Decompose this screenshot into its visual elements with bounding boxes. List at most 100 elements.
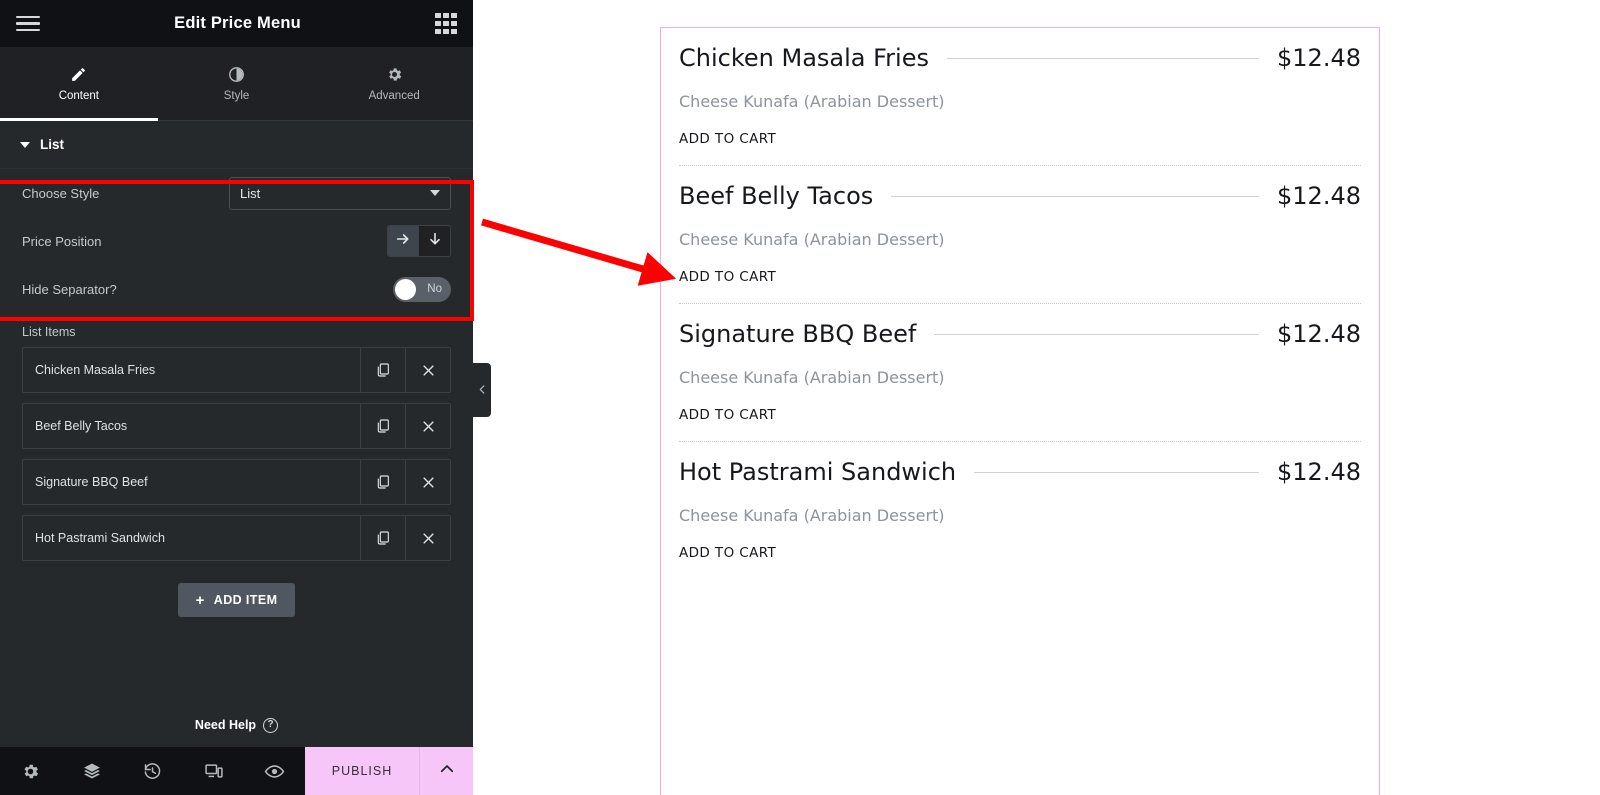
history-icon[interactable] <box>122 747 183 795</box>
menu-item-description: Cheese Kunafa (Arabian Dessert) <box>679 230 945 249</box>
section-list-header[interactable]: List <box>0 121 473 169</box>
gear-icon[interactable] <box>0 747 61 795</box>
arrow-down-icon <box>427 231 443 252</box>
add-to-cart-button[interactable]: ADD TO CART <box>679 269 1361 285</box>
toggle-knob <box>395 278 416 300</box>
menu-item-description: Cheese Kunafa (Arabian Dessert) <box>679 506 945 525</box>
choose-style-value: List <box>240 185 261 201</box>
menu-item: Signature BBQ Beef $12.48 Cheese Kunafa … <box>679 304 1361 442</box>
menu-item-description: Cheese Kunafa (Arabian Dessert) <box>679 368 945 387</box>
choose-style-select[interactable]: List <box>229 176 451 210</box>
add-to-cart-button[interactable]: ADD TO CART <box>679 545 1361 561</box>
section-list-title: List <box>40 137 65 152</box>
chevron-down-icon <box>20 141 30 148</box>
menu-item-price: $12.48 <box>1277 458 1361 486</box>
page-title: Edit Price Menu <box>174 14 301 32</box>
pencil-icon <box>70 66 87 83</box>
close-icon[interactable] <box>405 404 450 448</box>
menu-item-title: Hot Pastrami Sandwich <box>679 458 957 486</box>
price-position-down-button[interactable] <box>419 226 450 256</box>
menu-item-header: Signature BBQ Beef $12.48 <box>679 320 1361 348</box>
grid-apps-icon[interactable] <box>435 12 457 35</box>
price-position-right-button[interactable] <box>388 226 419 256</box>
copy-icon[interactable] <box>360 460 405 504</box>
responsive-icon[interactable] <box>183 747 244 795</box>
close-icon[interactable] <box>405 348 450 392</box>
menu-item-price: $12.48 <box>1277 320 1361 348</box>
panel-collapse-handle[interactable] <box>473 363 491 417</box>
publish-button[interactable]: PUBLISH <box>305 747 420 795</box>
copy-icon[interactable] <box>360 348 405 392</box>
control-hide-separator: Hide Separator? No <box>0 265 473 313</box>
footer-icon-group <box>0 747 305 795</box>
list-item-title[interactable]: Signature BBQ Beef <box>23 460 360 504</box>
price-menu-widget[interactable]: Chicken Masala Fries $12.48 Cheese Kunaf… <box>660 27 1380 795</box>
price-position-label: Price Position <box>22 233 102 249</box>
menu-item-separator <box>934 333 1260 335</box>
editor-panel: Edit Price Menu Content Style Advanced L… <box>0 0 473 795</box>
list-item[interactable]: Beef Belly Tacos <box>22 403 451 449</box>
list-items-label: List Items <box>22 325 76 339</box>
need-help-label: Need Help <box>194 718 257 732</box>
hide-separator-toggle[interactable]: No <box>393 276 451 302</box>
menu-item-separator <box>946 57 1260 59</box>
menu-item-header: Chicken Masala Fries $12.48 <box>679 44 1361 72</box>
menu-item-title: Signature BBQ Beef <box>679 320 917 348</box>
gear-icon <box>386 66 403 83</box>
hamburger-icon[interactable] <box>16 15 40 32</box>
list-item[interactable]: Chicken Masala Fries <box>22 347 451 393</box>
list-controls: Choose Style List Price Position Hide Se… <box>0 169 473 313</box>
add-item-button[interactable]: + ADD ITEM <box>177 583 296 617</box>
copy-icon[interactable] <box>360 404 405 448</box>
list-item[interactable]: Hot Pastrami Sandwich <box>22 515 451 561</box>
tab-style[interactable]: Style <box>158 47 316 120</box>
add-item-label: ADD ITEM <box>213 593 278 607</box>
panel-header: Edit Price Menu <box>0 0 473 47</box>
need-help-link[interactable]: Need Help ? <box>0 703 473 747</box>
menu-item-header: Hot Pastrami Sandwich $12.48 <box>679 458 1361 486</box>
copy-icon[interactable] <box>360 516 405 560</box>
hide-separator-label: Hide Separator? <box>22 281 117 297</box>
chevron-left-icon <box>477 383 488 398</box>
control-price-position: Price Position <box>0 217 473 265</box>
choose-style-label: Choose Style <box>22 185 100 201</box>
panel-tabs: Content Style Advanced <box>0 47 473 121</box>
price-position-options <box>387 225 451 257</box>
hide-separator-value: No <box>427 283 442 295</box>
menu-item-title: Beef Belly Tacos <box>679 182 874 210</box>
list-item-title[interactable]: Chicken Masala Fries <box>23 348 360 392</box>
control-choose-style: Choose Style List <box>0 169 473 217</box>
tab-advanced[interactable]: Advanced <box>315 47 473 120</box>
add-to-cart-button[interactable]: ADD TO CART <box>679 131 1361 147</box>
tab-style-label: Style <box>223 89 250 102</box>
menu-item: Beef Belly Tacos $12.48 Cheese Kunafa (A… <box>679 166 1361 304</box>
tab-advanced-label: Advanced <box>368 89 420 102</box>
publish-label: PUBLISH <box>331 764 393 778</box>
add-to-cart-button[interactable]: ADD TO CART <box>679 407 1361 423</box>
list-item[interactable]: Signature BBQ Beef <box>22 459 451 505</box>
list-item-title[interactable]: Beef Belly Tacos <box>23 404 360 448</box>
menu-item-separator <box>891 195 1260 197</box>
preview-canvas: Chicken Masala Fries $12.48 Cheese Kunaf… <box>473 0 1600 795</box>
layers-icon[interactable] <box>61 747 122 795</box>
panel-body: List Choose Style List Price Position Hi… <box>0 121 473 747</box>
menu-item-title: Chicken Masala Fries <box>679 44 929 72</box>
publish-options-button[interactable] <box>420 747 473 795</box>
list-items-container: Chicken Masala Fries Beef Belly Tacos Si… <box>0 347 473 617</box>
menu-item: Hot Pastrami Sandwich $12.48 Cheese Kuna… <box>679 442 1361 579</box>
menu-item-price: $12.48 <box>1277 44 1361 72</box>
chevron-down-icon <box>430 190 440 196</box>
panel-footer: PUBLISH <box>0 747 473 795</box>
menu-item-header: Beef Belly Tacos $12.48 <box>679 182 1361 210</box>
tab-content-label: Content <box>58 89 99 102</box>
question-circle-icon: ? <box>263 717 279 733</box>
menu-item-price: $12.48 <box>1277 182 1361 210</box>
tab-content[interactable]: Content <box>0 47 158 121</box>
close-icon[interactable] <box>405 460 450 504</box>
close-icon[interactable] <box>405 516 450 560</box>
app-root: Edit Price Menu Content Style Advanced L… <box>0 0 1600 795</box>
arrow-right-icon <box>395 231 411 252</box>
eye-preview-icon[interactable] <box>244 747 305 795</box>
list-item-title[interactable]: Hot Pastrami Sandwich <box>23 516 360 560</box>
chevron-up-icon <box>438 760 456 783</box>
